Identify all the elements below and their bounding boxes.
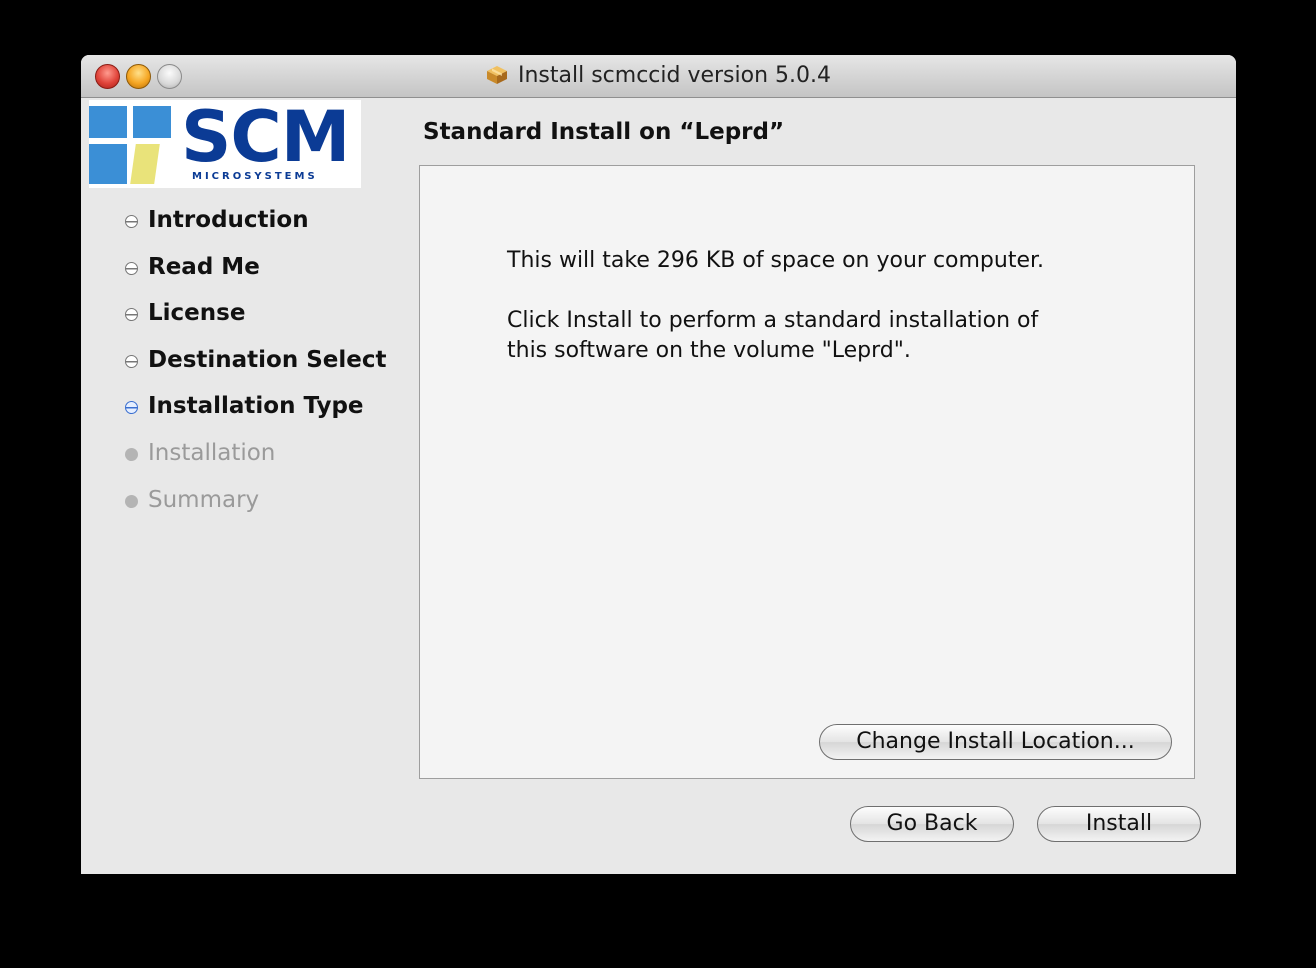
logo-subtext: MICROSYSTEMS [192,171,318,182]
step-label: Summary [148,486,260,513]
step-done-icon [125,215,138,228]
step-done-icon [125,261,138,275]
step-label: Introduction [148,207,309,233]
logo-text: SCM [181,96,350,178]
title-bar[interactable]: Install scmccid version 5.0.4 [81,55,1236,98]
install-instructions-line-1: Click Install to perform a standard inst… [507,308,1039,333]
page-heading: Standard Install on “Leprd” [423,119,785,145]
step-pending-icon [125,447,138,461]
package-icon [486,66,507,84]
content-panel: This will take 296 KB of space on your c… [419,165,1195,779]
logo-square [133,106,171,138]
step-label: License [148,300,246,327]
step-pending-icon [125,494,138,508]
step-destination-select: Destination Select [125,347,387,394]
logo-square [89,106,127,138]
step-done-icon [125,354,138,368]
step-done-icon [125,308,138,322]
window-title: Install scmccid version 5.0.4 [81,63,1236,88]
step-label: Installation [148,439,276,466]
step-label: Installation Type [148,393,364,420]
logo-square [130,144,160,184]
step-installation-type: Installation Type [125,393,387,440]
step-license: License [125,300,387,347]
step-read-me: Read Me [125,254,387,301]
step-label: Destination Select [148,346,387,373]
install-button[interactable]: Install [1037,806,1201,842]
change-install-location-button[interactable]: Change Install Location... [819,724,1172,760]
window-title-text: Install scmccid version 5.0.4 [517,63,832,88]
step-label: Read Me [148,253,260,280]
install-instructions-line-2: this software on the volume "Leprd". [507,338,911,363]
scm-logo: SCM MICROSYSTEMS [89,96,361,188]
go-back-button[interactable]: Go Back [850,806,1014,842]
installer-steps: Introduction Read Me License Destination… [125,207,387,533]
step-introduction: Introduction [125,207,387,254]
step-installation: Installation [125,440,387,487]
step-current-icon [125,401,138,415]
installer-window: Install scmccid version 5.0.4 SCM MICROS… [81,55,1236,874]
step-summary: Summary [125,487,387,534]
space-required-text: This will take 296 KB of space on your c… [507,248,1045,273]
logo-square [89,144,127,184]
